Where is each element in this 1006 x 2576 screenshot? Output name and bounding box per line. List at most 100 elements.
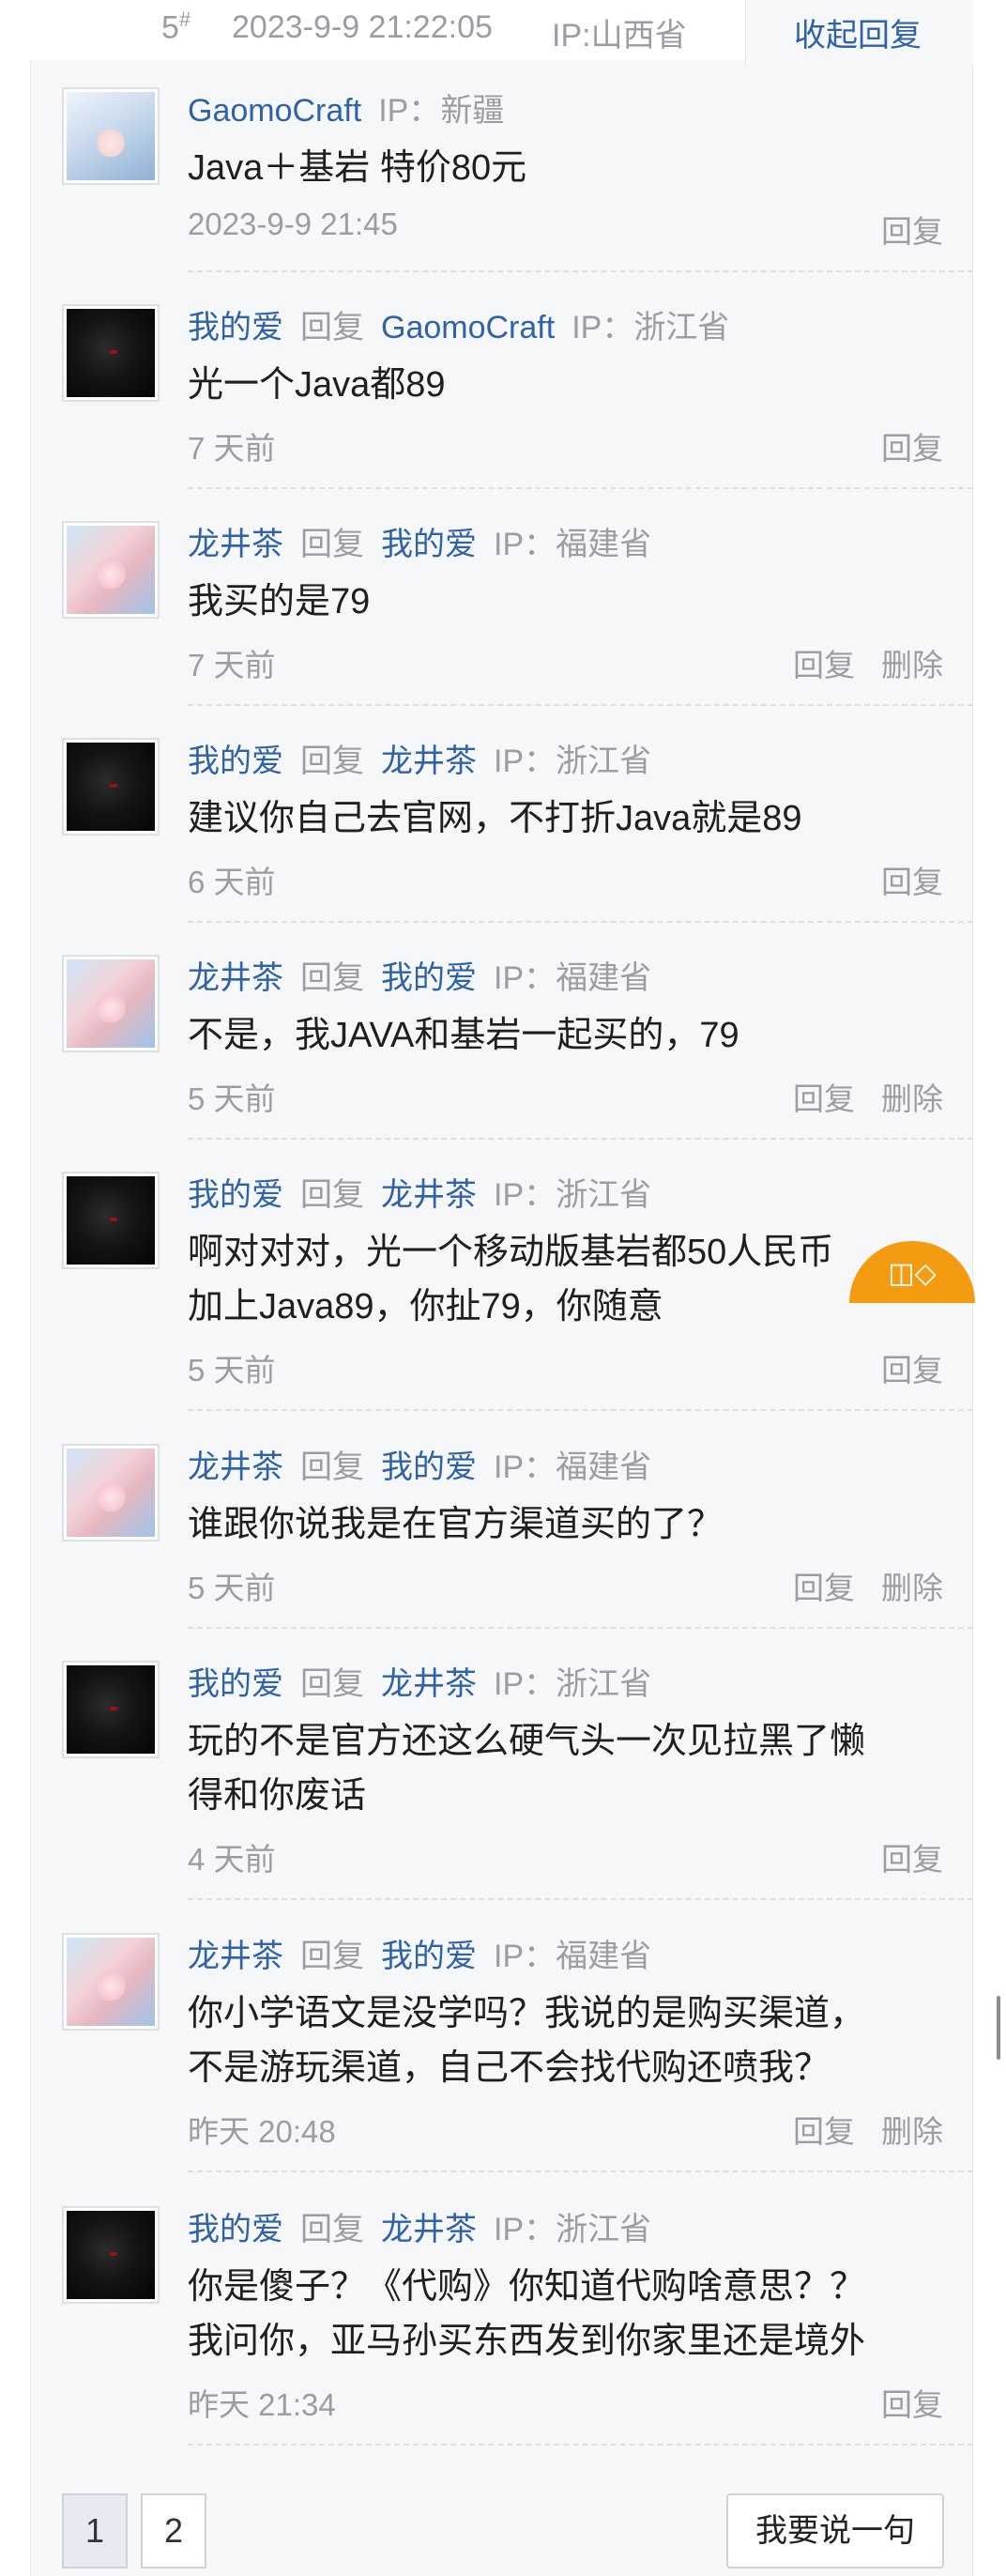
avatar[interactable] (62, 304, 160, 402)
reply-username[interactable]: 我的爱 (188, 1666, 283, 1702)
reply-button[interactable]: 回复 (793, 2114, 855, 2149)
reply-to-word: 回复 (300, 744, 364, 779)
reply-username[interactable]: 我的爱 (188, 744, 283, 779)
dark-avatar (67, 309, 155, 397)
reply-button[interactable]: 回复 (881, 1842, 943, 1877)
reply-time: 5 天前 (188, 1571, 276, 1605)
reply-content-line: 你是傻子？《代购》你知道代购啥意思？？ (188, 2267, 866, 2307)
collapse-replies-button[interactable]: 收起回复 (794, 9, 922, 55)
delete-button[interactable]: 删除 (881, 2114, 943, 2149)
reply-button[interactable]: 回复 (793, 1571, 855, 1605)
post-reply-button[interactable]: 我要说一句 (726, 2493, 944, 2568)
page-button-2[interactable]: 2 (141, 2493, 206, 2568)
ip-prefix: IP： (494, 1939, 556, 1974)
ip-prefix: IP： (572, 310, 634, 345)
reply-to-word: 回复 (300, 310, 364, 345)
ip-prefix: IP： (494, 1177, 556, 1213)
reply-button[interactable]: 回复 (881, 1353, 943, 1388)
reply-actions: 回复 (881, 207, 943, 252)
avatar[interactable] (62, 1444, 160, 1541)
reply-username[interactable]: 龙井茶 (188, 1449, 283, 1485)
reply-ip: 浙江省 (556, 1177, 652, 1213)
reply-content: 我买的是79 (188, 575, 985, 629)
avatar[interactable] (62, 2206, 160, 2304)
reply-target-username[interactable]: 龙井茶 (381, 1666, 477, 1702)
reply-time: 2023-9-9 21:45 (188, 207, 398, 241)
floor-info-strip: 5# 2023-9-9 21:22:05 IP:山西省 (0, 0, 745, 60)
avatar[interactable] (62, 1661, 160, 1758)
reply-time: 7 天前 (188, 431, 276, 466)
delete-button[interactable]: 删除 (881, 1571, 943, 1605)
avatar[interactable] (62, 1933, 160, 2031)
reply-username[interactable]: 我的爱 (188, 1177, 283, 1213)
reply-item: 我的爱 回复 龙井茶 IP：浙江省 建议你自己去官网，不打折Java就是89 6 天前 回复 (30, 738, 973, 923)
reply-button[interactable]: 回复 (793, 1081, 855, 1116)
ip-prefix: IP： (494, 744, 556, 779)
reply-divider (188, 1409, 973, 1411)
dark-avatar (67, 1665, 155, 1754)
reply-item: 龙井茶 回复 我的爱 IP：福建省 不是，我JAVA和基岩一起买的，79 5 天前 回复 删除 (30, 955, 973, 1140)
reply-username[interactable]: GaomoCraft (188, 93, 361, 129)
reply-to-word: 回复 (300, 1449, 364, 1485)
reply-meta: 我的爱 回复 龙井茶 IP：浙江省 (188, 1173, 651, 1217)
delete-button[interactable]: 删除 (881, 648, 943, 682)
reply-username[interactable]: 我的爱 (188, 2212, 283, 2247)
reply-content: 玩的不是官方还这么硬气头一次见拉黑了懒 得和你废话 (188, 1714, 985, 1823)
reply-divider (188, 1898, 973, 1900)
reply-meta: 我的爱 回复 龙井茶 IP：浙江省 (188, 2208, 651, 2251)
reply-username[interactable]: 龙井茶 (188, 527, 283, 562)
reply-target-username[interactable]: 龙井茶 (381, 1177, 477, 1213)
reply-content-line: 我买的是79 (188, 582, 371, 621)
reply-content: Java＋基岩 特价80元 (188, 141, 985, 195)
reply-item: 我的爱 回复 龙井茶 IP：浙江省 啊对对对，光一个移动版基岩都50人民币 加上Java8… (30, 1172, 973, 1411)
reply-ip: 福建省 (556, 1939, 652, 1974)
avatar[interactable] (62, 955, 160, 1052)
reply-target-username[interactable]: 我的爱 (381, 1449, 477, 1485)
avatar[interactable] (62, 521, 160, 619)
ip-prefix: IP： (494, 960, 556, 996)
reply-button[interactable]: 回复 (881, 865, 943, 899)
reply-ip: 浙江省 (556, 1666, 652, 1702)
delete-button[interactable]: 删除 (881, 1081, 943, 1116)
reply-target-username[interactable]: 龙井茶 (381, 2212, 477, 2247)
reply-divider (188, 487, 973, 489)
reply-time: 昨天 21:34 (188, 2387, 336, 2422)
reply-content-line: 谁跟你说我是在官方渠道买的了？ (188, 1505, 724, 1544)
girl-avatar (67, 959, 155, 1048)
avatar[interactable] (62, 87, 160, 185)
avatar[interactable] (62, 738, 160, 836)
reply-target-username[interactable]: GaomoCraft (381, 310, 555, 345)
reply-ip: 浙江省 (556, 744, 652, 779)
reply-button[interactable]: 回复 (793, 648, 855, 682)
reply-target-username[interactable]: 龙井茶 (381, 744, 477, 779)
reply-button[interactable]: 回复 (881, 2387, 943, 2422)
reply-target-username[interactable]: 我的爱 (381, 960, 477, 996)
reply-divider (188, 1138, 973, 1140)
reply-username[interactable]: 龙井茶 (188, 960, 283, 996)
scrollbar-thumb[interactable] (997, 1996, 1000, 2060)
reply-username[interactable]: 我的爱 (188, 310, 283, 345)
reply-content: 不是，我JAVA和基岩一起买的，79 (188, 1008, 985, 1063)
reply-button[interactable]: 回复 (881, 431, 943, 466)
ip-prefix: IP： (378, 93, 441, 129)
reply-target-username[interactable]: 我的爱 (381, 527, 477, 562)
reply-to-word: 回复 (300, 1177, 364, 1213)
reply-username[interactable]: 龙井茶 (188, 1939, 283, 1974)
reply-content-line: 我问你，亚马孙买东西发到你家里还是境外 (188, 2322, 866, 2361)
reply-meta: 龙井茶 回复 我的爱 IP：福建省 (188, 523, 651, 566)
reply-item: GaomoCraft IP：新疆 Java＋基岩 特价80元 2023-9-9 21:… (30, 87, 973, 272)
reply-ip: 福建省 (556, 527, 652, 562)
reply-content-line: 得和你废话 (188, 1776, 367, 1816)
reply-content-line: 不是，我JAVA和基岩一起买的，79 (188, 1016, 739, 1055)
reply-content-line: Java＋基岩 特价80元 (188, 148, 527, 188)
reply-actions: 回复 (881, 423, 943, 468)
reply-target-username[interactable]: 我的爱 (381, 1939, 477, 1974)
reply-item: 龙井茶 回复 我的爱 IP：福建省 我买的是79 7 天前 回复 删除 (30, 521, 973, 706)
reply-content-line: 光一个Java都89 (188, 365, 446, 405)
reply-item: 我的爱 回复 龙井茶 IP：浙江省你是傻子？《代购》你知道代购啥意思？？ 我问你，亚马孙… (30, 2206, 973, 2446)
reply-button[interactable]: 回复 (881, 214, 943, 249)
reply-ip: 新疆 (440, 93, 505, 129)
share-icon: ◫◇ (888, 1258, 937, 1289)
avatar[interactable] (62, 1172, 160, 1269)
page-button-1[interactable]: 1 (62, 2493, 128, 2568)
